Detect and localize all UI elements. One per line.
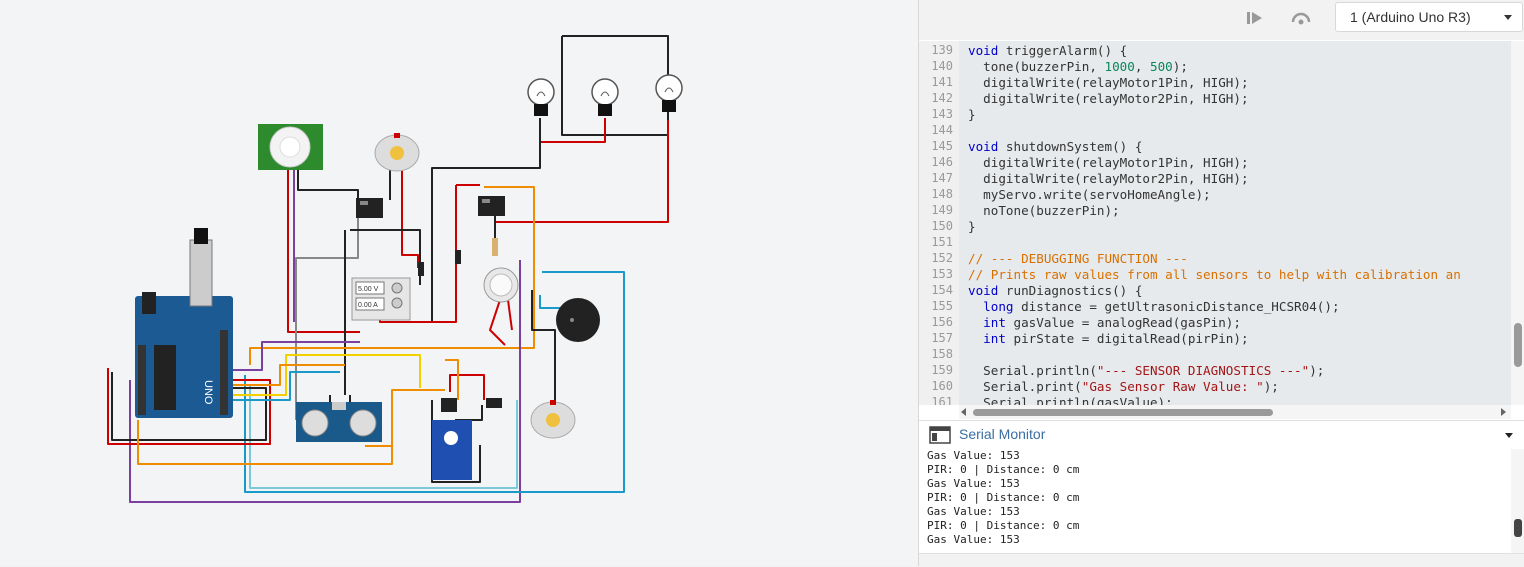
supply-voltage: 5.00 V [358, 286, 379, 293]
gas-sensor[interactable] [483, 267, 519, 303]
line-number: 158 [931, 347, 953, 361]
serial-monitor-header[interactable]: Serial Monitor [919, 420, 1524, 450]
supply-current: 0.00 A [358, 302, 378, 309]
line-number: 140 [931, 59, 953, 73]
code-line: } [968, 107, 976, 122]
circuit-drawing[interactable]: 5.00 V 0.00 A UNO [0, 0, 918, 566]
dc-motor[interactable] [530, 400, 576, 439]
code-line: digitalWrite(relayMotor1Pin, HIGH); [968, 155, 1249, 170]
line-number: 154 [931, 283, 953, 297]
line-number: 155 [931, 299, 953, 313]
code-line: Serial.println(gasValue); [968, 395, 1173, 405]
line-number: 142 [931, 91, 953, 105]
serial-line: Gas Value: 153 [927, 505, 1020, 518]
line-number: 151 [931, 235, 953, 249]
line-number: 141 [931, 75, 953, 89]
editor-horizontal-scrollbar[interactable] [959, 405, 1511, 419]
arduino-uno[interactable]: UNO [135, 228, 233, 418]
line-number-gutter: 139 140 141 142 143 144 145 146 147 148 149 150 151 1… [919, 41, 959, 405]
code-editor[interactable]: 139 140 141 142 143 144 145 146 147 148 149 150 151 1… [919, 41, 1524, 405]
editor-hscroll-thumb[interactable] [973, 409, 1273, 416]
serial-line: Gas Value: 153 [927, 477, 1020, 490]
code-line: myServo.write(servoHomeAngle); [968, 187, 1211, 202]
line-number: 159 [931, 363, 953, 377]
pir-sensor[interactable] [258, 124, 323, 170]
arduino-label: UNO [202, 380, 214, 405]
serial-output: Gas Value: 153 PIR: 0 | Distance: 0 cm Gas… [919, 449, 1524, 553]
code-toolbar: 1 (Arduino Uno R3) [919, 0, 1524, 40]
slide-switch[interactable] [455, 250, 461, 264]
code-line: void triggerAlarm() { [968, 43, 1128, 58]
code-line: void runDiagnostics() { [968, 283, 1143, 298]
code-line: long distance = getUltrasonicDistance_HC… [983, 299, 1340, 314]
code-line: } [968, 219, 976, 234]
code-line: // Prints raw values from all sensors to… [968, 267, 1461, 282]
code-panel: 1 (Arduino Uno R3) 139 140 141 142 143 144 145… [918, 0, 1524, 567]
line-number: 161 [931, 395, 953, 405]
line-number: 147 [931, 171, 953, 185]
code-line: digitalWrite(relayMotor1Pin, HIGH); [968, 75, 1249, 90]
code-line: noTone(buzzerPin); [968, 203, 1120, 218]
line-number: 144 [931, 123, 953, 137]
line-number: 146 [931, 155, 953, 169]
serial-monitor-icon [929, 426, 951, 444]
circuit-canvas[interactable]: 5.00 V 0.00 A UNO [0, 0, 918, 566]
line-number: 149 [931, 203, 953, 217]
serial-line: Gas Value: 153 [927, 449, 1020, 462]
light-bulb[interactable] [527, 78, 555, 116]
code-line: Serial.println("--- SENSOR DIAGNOSTICS -… [968, 363, 1325, 378]
line-number: 160 [931, 379, 953, 393]
scroll-right-icon[interactable] [1501, 408, 1506, 416]
line-number: 157 [931, 331, 953, 345]
code-line: digitalWrite(relayMotor2Pin, HIGH); [968, 91, 1249, 106]
code-line: Serial.print("Gas Sensor Raw Value: "); [968, 379, 1279, 394]
editor-vertical-scrollbar[interactable] [1511, 41, 1524, 405]
code-line: // --- DEBUGGING FUNCTION --- [968, 251, 1188, 266]
line-number: 152 [931, 251, 953, 265]
slide-switch[interactable] [418, 262, 424, 276]
light-bulb[interactable] [655, 74, 683, 112]
potentiometer[interactable] [486, 398, 502, 408]
restart-button[interactable] [1289, 8, 1313, 28]
serial-line: PIR: 0 | Distance: 0 cm [927, 463, 1080, 476]
board-select[interactable]: 1 (Arduino Uno R3) [1335, 2, 1523, 32]
servo-motor[interactable] [432, 398, 472, 480]
relay[interactable] [478, 196, 505, 216]
board-select-label: 1 (Arduino Uno R3) [1350, 9, 1471, 25]
code-line: int gasValue = analogRead(gasPin); [983, 315, 1241, 330]
serial-line: PIR: 0 | Distance: 0 cm [927, 519, 1080, 532]
step-icon [1247, 12, 1262, 24]
power-supply[interactable]: 5.00 V 0.00 A [351, 277, 411, 321]
line-number: 153 [931, 267, 953, 281]
buzzer[interactable] [556, 298, 600, 342]
step-button[interactable] [1243, 8, 1267, 28]
line-number: 143 [931, 107, 953, 121]
line-number: 156 [931, 315, 953, 329]
code-line: tone(buzzerPin, 1000, 500); [968, 59, 1188, 74]
serial-monitor-title: Serial Monitor [959, 426, 1046, 442]
resistor [492, 238, 498, 256]
relay[interactable] [356, 198, 383, 218]
line-number: 148 [931, 187, 953, 201]
line-number: 139 [931, 43, 953, 57]
serial-scroll-thumb[interactable] [1514, 519, 1522, 537]
chevron-down-icon[interactable] [1505, 433, 1513, 438]
editor-scroll-thumb[interactable] [1514, 323, 1522, 367]
code-line: int pirState = digitalRead(pirPin); [983, 331, 1249, 346]
line-number: 145 [931, 139, 953, 153]
ultrasonic-sensor[interactable] [296, 402, 382, 442]
serial-input-strip[interactable] [919, 553, 1524, 567]
dc-motor[interactable] [374, 133, 420, 172]
restart-icon [1291, 12, 1311, 25]
serial-line: PIR: 0 | Distance: 0 cm [927, 491, 1080, 504]
scroll-left-icon[interactable] [961, 408, 966, 416]
light-bulb[interactable] [591, 78, 619, 116]
serial-scrollbar[interactable] [1511, 449, 1524, 553]
line-number: 150 [931, 219, 953, 233]
code-line: digitalWrite(relayMotor2Pin, HIGH); [968, 171, 1249, 186]
serial-line: Gas Value: 153 [927, 533, 1020, 546]
chevron-down-icon [1504, 15, 1512, 20]
code-line: void shutdownSystem() { [968, 139, 1143, 154]
